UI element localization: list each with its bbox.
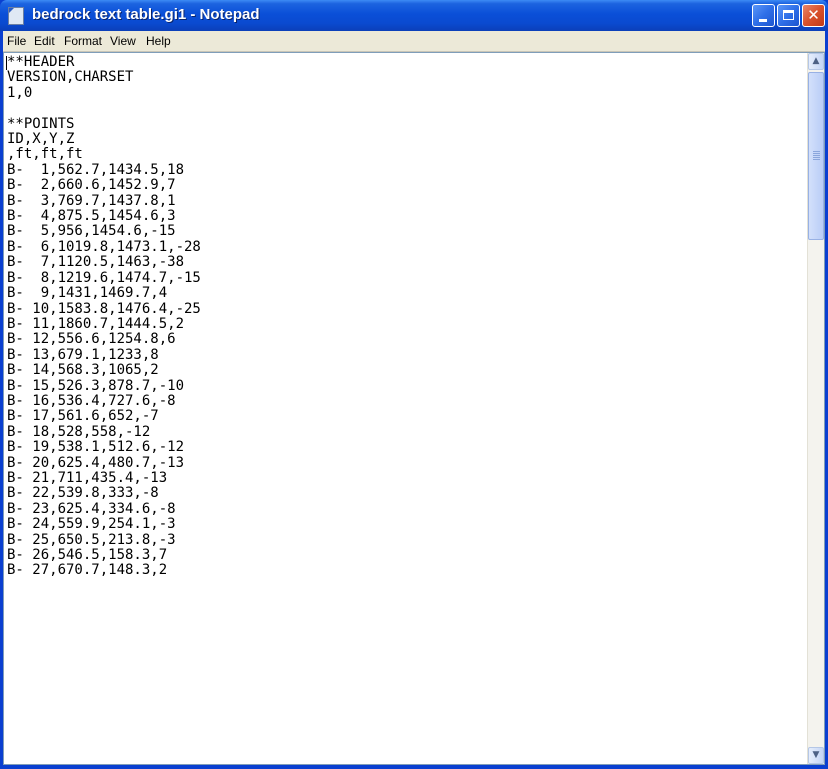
maximize-button[interactable] xyxy=(777,4,800,27)
menu-file[interactable]: File xyxy=(7,34,26,48)
scroll-up-button[interactable]: ▲ xyxy=(808,53,824,70)
grip-icon xyxy=(813,151,820,160)
scroll-thumb[interactable] xyxy=(808,72,824,240)
title-bar[interactable]: bedrock text table.gi1 - Notepad ✕ xyxy=(0,0,828,31)
editor-text[interactable]: **HEADER VERSION,CHARSET 1,0 **POINTS ID… xyxy=(5,55,809,761)
menu-help[interactable]: Help xyxy=(146,34,171,48)
close-button[interactable]: ✕ xyxy=(802,4,825,27)
menu-view[interactable]: View xyxy=(110,34,136,48)
text-editor[interactable]: **HEADER VERSION,CHARSET 1,0 **POINTS ID… xyxy=(3,52,825,765)
minimize-icon xyxy=(759,19,767,22)
window-title: bedrock text table.gi1 - Notepad xyxy=(32,6,260,23)
minimize-button[interactable] xyxy=(752,4,775,27)
notepad-icon[interactable] xyxy=(8,7,24,25)
notepad-window: bedrock text table.gi1 - Notepad ✕ File … xyxy=(0,0,828,769)
maximize-icon xyxy=(783,10,794,20)
close-icon: ✕ xyxy=(807,6,820,24)
menu-format[interactable]: Format xyxy=(64,34,102,48)
vertical-scrollbar[interactable]: ▲ ▼ xyxy=(807,53,824,764)
menu-edit[interactable]: Edit xyxy=(34,34,55,48)
menu-bar: File Edit Format View Help xyxy=(3,31,825,52)
scroll-down-button[interactable]: ▼ xyxy=(808,747,824,764)
